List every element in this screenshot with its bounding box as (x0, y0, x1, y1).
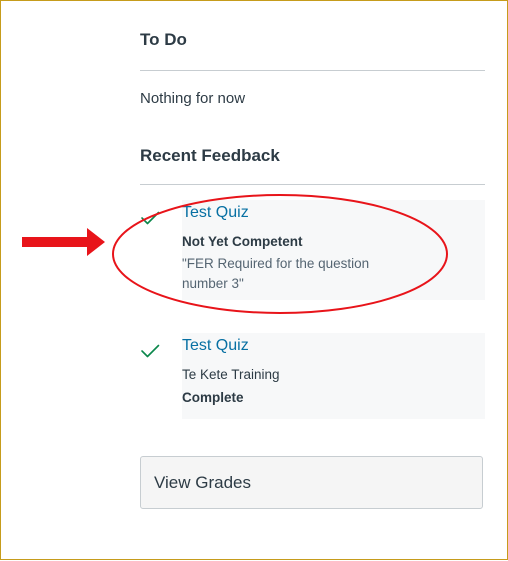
feedback-item-link[interactable]: Test Quiz (182, 337, 249, 355)
feedback-item-course: Te Kete Training (182, 367, 280, 382)
view-grades-button[interactable]: View Grades (140, 456, 483, 509)
recent-feedback-heading: Recent Feedback (140, 146, 280, 165)
feedback-item-comment-continued: number 3" (182, 276, 244, 291)
screenshot-frame: To Do Nothing for now Recent Feedback Te… (0, 0, 508, 560)
feedback-item-link[interactable]: Test Quiz (182, 204, 249, 222)
todo-empty-text: Nothing for now (140, 90, 246, 107)
red-arrow-icon (22, 228, 105, 256)
feedback-item-status: Complete (182, 390, 244, 405)
feedback-item: Test Quiz Te Kete Training Complete (140, 333, 485, 419)
todo-heading: To Do (140, 30, 187, 49)
checkmark-icon (141, 344, 160, 358)
feedback-item-comment: "FER Required for the question (182, 256, 370, 271)
checkmark-icon (141, 211, 160, 225)
recent-feedback-divider (140, 184, 485, 185)
feedback-item-status: Not Yet Competent (182, 234, 303, 249)
feedback-item: Test Quiz Not Yet Competent "FER Require… (140, 200, 485, 300)
todo-divider (140, 70, 485, 71)
